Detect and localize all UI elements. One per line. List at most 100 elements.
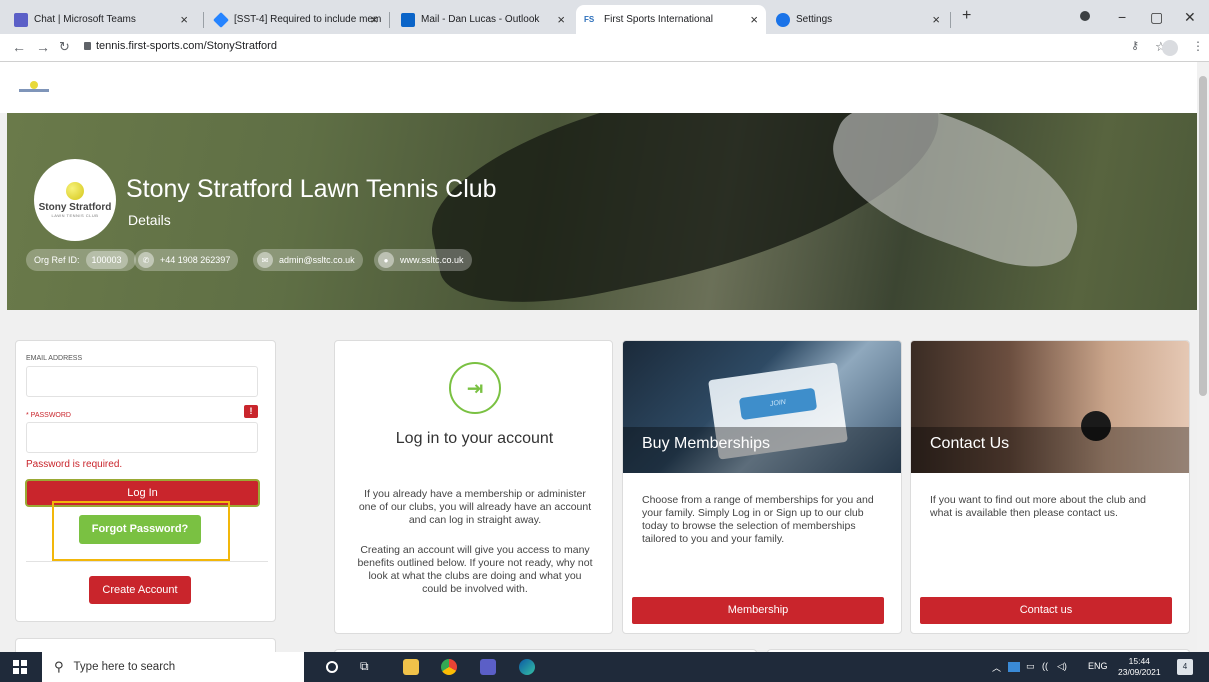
search-placeholder: Type here to search	[73, 661, 176, 673]
tab-title: Mail - Dan Lucas - Outlook	[421, 14, 540, 25]
club-logo-name: Stony Stratford	[38, 202, 112, 213]
key-icon[interactable]: ⚷	[1131, 39, 1139, 52]
edge-icon[interactable]	[519, 659, 535, 675]
url-field[interactable]: tennis.first-sports.com/StonyStratford	[96, 40, 277, 52]
page-content: Stony Stratford LAWN TENNIS CLUB Stony S…	[0, 62, 1197, 652]
search-icon: ⚲	[54, 659, 64, 674]
email-input[interactable]	[26, 366, 258, 397]
phone-icon: ✆	[138, 252, 154, 268]
contact-description: If you want to find out more about the c…	[930, 494, 1146, 519]
wifi-icon[interactable]: ((	[1042, 661, 1048, 671]
close-tab-icon[interactable]: ×	[557, 12, 565, 27]
menu-kebab-icon[interactable]: ⋮	[1192, 39, 1204, 53]
join-label: JOIN	[738, 387, 818, 421]
close-tab-icon[interactable]: ×	[750, 12, 758, 27]
memberships-card: JOIN Buy Memberships Choose from a range…	[622, 340, 902, 634]
maximize-icon[interactable]: ▢	[1150, 9, 1163, 26]
tab-title: Settings	[796, 14, 833, 25]
password-input[interactable]	[26, 422, 258, 453]
tab-settings[interactable]: Settings ×	[768, 5, 948, 34]
tab-separator	[203, 12, 204, 28]
email-address: admin@ssltc.co.uk	[279, 255, 355, 265]
contact-us-button[interactable]: Contact us	[920, 597, 1172, 624]
password-error-message: Password is required.	[26, 459, 123, 470]
membership-button[interactable]: Membership	[632, 597, 884, 624]
close-tab-icon[interactable]: ×	[932, 12, 940, 27]
minimize-icon[interactable]: −	[1118, 9, 1126, 25]
tab-separator	[389, 12, 390, 28]
club-logo: Stony Stratford LAWN TENNIS CLUB	[34, 159, 116, 241]
email-label: EMAIL ADDRESS	[26, 355, 83, 362]
create-account-button[interactable]: Create Account	[89, 576, 191, 604]
language-indicator[interactable]: ENG	[1088, 661, 1108, 671]
address-bar: ← → ↻ tennis.first-sports.com/StonyStrat…	[0, 34, 1209, 62]
login-info-paragraph-2: Creating an account will give you access…	[357, 544, 593, 595]
email-pill[interactable]: ✉ admin@ssltc.co.uk	[253, 249, 363, 271]
phone-number: +44 1908 262397	[160, 255, 231, 265]
task-view-icon[interactable]: ⧉	[360, 659, 376, 675]
jira-icon	[213, 11, 229, 28]
extension-icon[interactable]	[1080, 11, 1090, 21]
close-window-icon[interactable]: ✕	[1184, 9, 1196, 26]
reload-icon[interactable]: ↻	[59, 39, 70, 55]
tab-title: [SST-4] Required to include mem	[234, 14, 382, 25]
settings-icon	[776, 12, 790, 27]
tab-outlook[interactable]: Mail - Dan Lucas - Outlook ×	[393, 5, 573, 34]
login-info-paragraph-1: If you already have a membership or admi…	[358, 488, 592, 526]
divider	[26, 561, 268, 562]
fs-icon: FS	[584, 14, 595, 24]
tray-chevron-icon[interactable]: ︿	[992, 661, 1001, 674]
globe-icon: ●	[378, 252, 394, 268]
tab-title: First Sports International	[604, 14, 713, 25]
profile-avatar-icon[interactable]	[1162, 40, 1178, 56]
org-ref-pill: Org Ref ID: 100003	[26, 249, 136, 271]
site-header	[0, 62, 1197, 113]
taskbar-clock[interactable]: 15:44 23/09/2021	[1118, 656, 1161, 678]
club-logo-subtitle: LAWN TENNIS CLUB	[51, 213, 99, 218]
secondary-card	[15, 638, 276, 652]
outlook-icon	[401, 12, 415, 27]
forgot-password-button[interactable]: Forgot Password?	[79, 515, 201, 544]
cortana-icon[interactable]	[326, 661, 338, 673]
clock-date: 23/09/2021	[1118, 667, 1161, 677]
tab-separator	[950, 12, 951, 28]
teams-taskbar-icon[interactable]	[480, 659, 496, 675]
memberships-description: Choose from a range of memberships for y…	[642, 494, 874, 545]
back-icon[interactable]: ←	[12, 39, 26, 55]
windows-start-icon[interactable]	[13, 660, 27, 674]
battery-icon[interactable]: ▭	[1026, 661, 1035, 672]
org-ref-value: 100003	[85, 251, 128, 269]
close-tab-icon[interactable]: ×	[370, 12, 378, 27]
file-explorer-icon[interactable]	[403, 659, 419, 675]
first-sports-logo[interactable]	[17, 80, 51, 94]
website-pill[interactable]: ● www.ssltc.co.uk	[374, 249, 472, 271]
lock-icon	[84, 42, 91, 50]
chrome-icon[interactable]	[441, 659, 457, 675]
login-info-card: ⇥ Log in to your account If you already …	[334, 340, 613, 634]
new-tab-button[interactable]: +	[962, 7, 971, 25]
tab-first-sports[interactable]: FS First Sports International ×	[576, 5, 766, 34]
volume-icon[interactable]: ◁)	[1057, 661, 1067, 672]
windows-taskbar: ⚲ Type here to search ⧉ ︿ ▭ (( ◁) ENG 15…	[0, 652, 1209, 682]
tray-app-icon[interactable]	[1008, 662, 1020, 672]
tab-teams[interactable]: Chat | Microsoft Teams ×	[6, 5, 196, 34]
error-alert-icon: !	[244, 405, 258, 418]
login-arrow-icon: ⇥	[449, 362, 501, 414]
club-name: Stony Stratford Lawn Tennis Club	[126, 175, 497, 203]
forward-icon[interactable]: →	[36, 39, 50, 55]
browser-tab-bar: Chat | Microsoft Teams × [SST-4] Require…	[0, 0, 1209, 34]
website-url: www.ssltc.co.uk	[400, 255, 464, 265]
password-label: * PASSWORD	[26, 412, 71, 419]
tab-jira[interactable]: [SST-4] Required to include mem ×	[206, 5, 386, 34]
close-tab-icon[interactable]: ×	[180, 12, 188, 27]
taskbar-search[interactable]: ⚲ Type here to search	[42, 652, 304, 682]
teams-icon	[14, 12, 28, 27]
notification-center-icon[interactable]: 4	[1177, 659, 1193, 675]
contact-title: Contact Us	[930, 435, 1010, 452]
login-card: EMAIL ADDRESS * PASSWORD ! Password is r…	[15, 340, 276, 622]
clock-time: 15:44	[1128, 656, 1150, 666]
phone-pill[interactable]: ✆ +44 1908 262397	[134, 249, 239, 271]
scrollbar-thumb[interactable]	[1199, 76, 1207, 396]
club-subtitle: Details	[128, 212, 171, 228]
page-scrollbar[interactable]	[1197, 62, 1209, 652]
